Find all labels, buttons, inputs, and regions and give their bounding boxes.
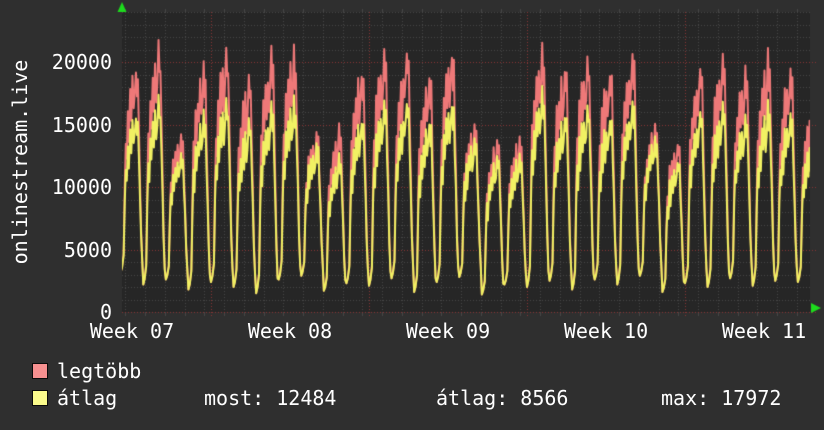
legend-label-atlag: átlag <box>57 386 118 410</box>
x-tick-label-week08: Week 08 <box>247 319 333 343</box>
y-tick-label-10000: 10000 <box>51 175 112 199</box>
y-tick-label-20000: 20000 <box>51 50 112 74</box>
legend-swatch-atlag <box>32 390 48 406</box>
x-tick-label-week09: Week 09 <box>405 319 491 343</box>
x-tick-label-week10: Week 10 <box>563 319 649 343</box>
stat-most: most: 12484 <box>204 386 337 410</box>
x-tick-label-week07: Week 07 <box>89 319 175 343</box>
rrd-graph-panel: onlinestream.live 0 5000 10000 15000 200… <box>0 0 824 430</box>
legend-swatch-legtobb <box>32 363 48 379</box>
y-tick-label-15000: 15000 <box>51 113 112 137</box>
stat-max: max: 17972 <box>661 386 782 410</box>
y-tick-label-5000: 5000 <box>63 238 112 262</box>
legend-label-legtobb: legtöbb <box>57 359 142 383</box>
x-tick-label-week11: Week 11 <box>721 319 807 343</box>
stat-atlag: átlag: 8566 <box>436 386 569 410</box>
